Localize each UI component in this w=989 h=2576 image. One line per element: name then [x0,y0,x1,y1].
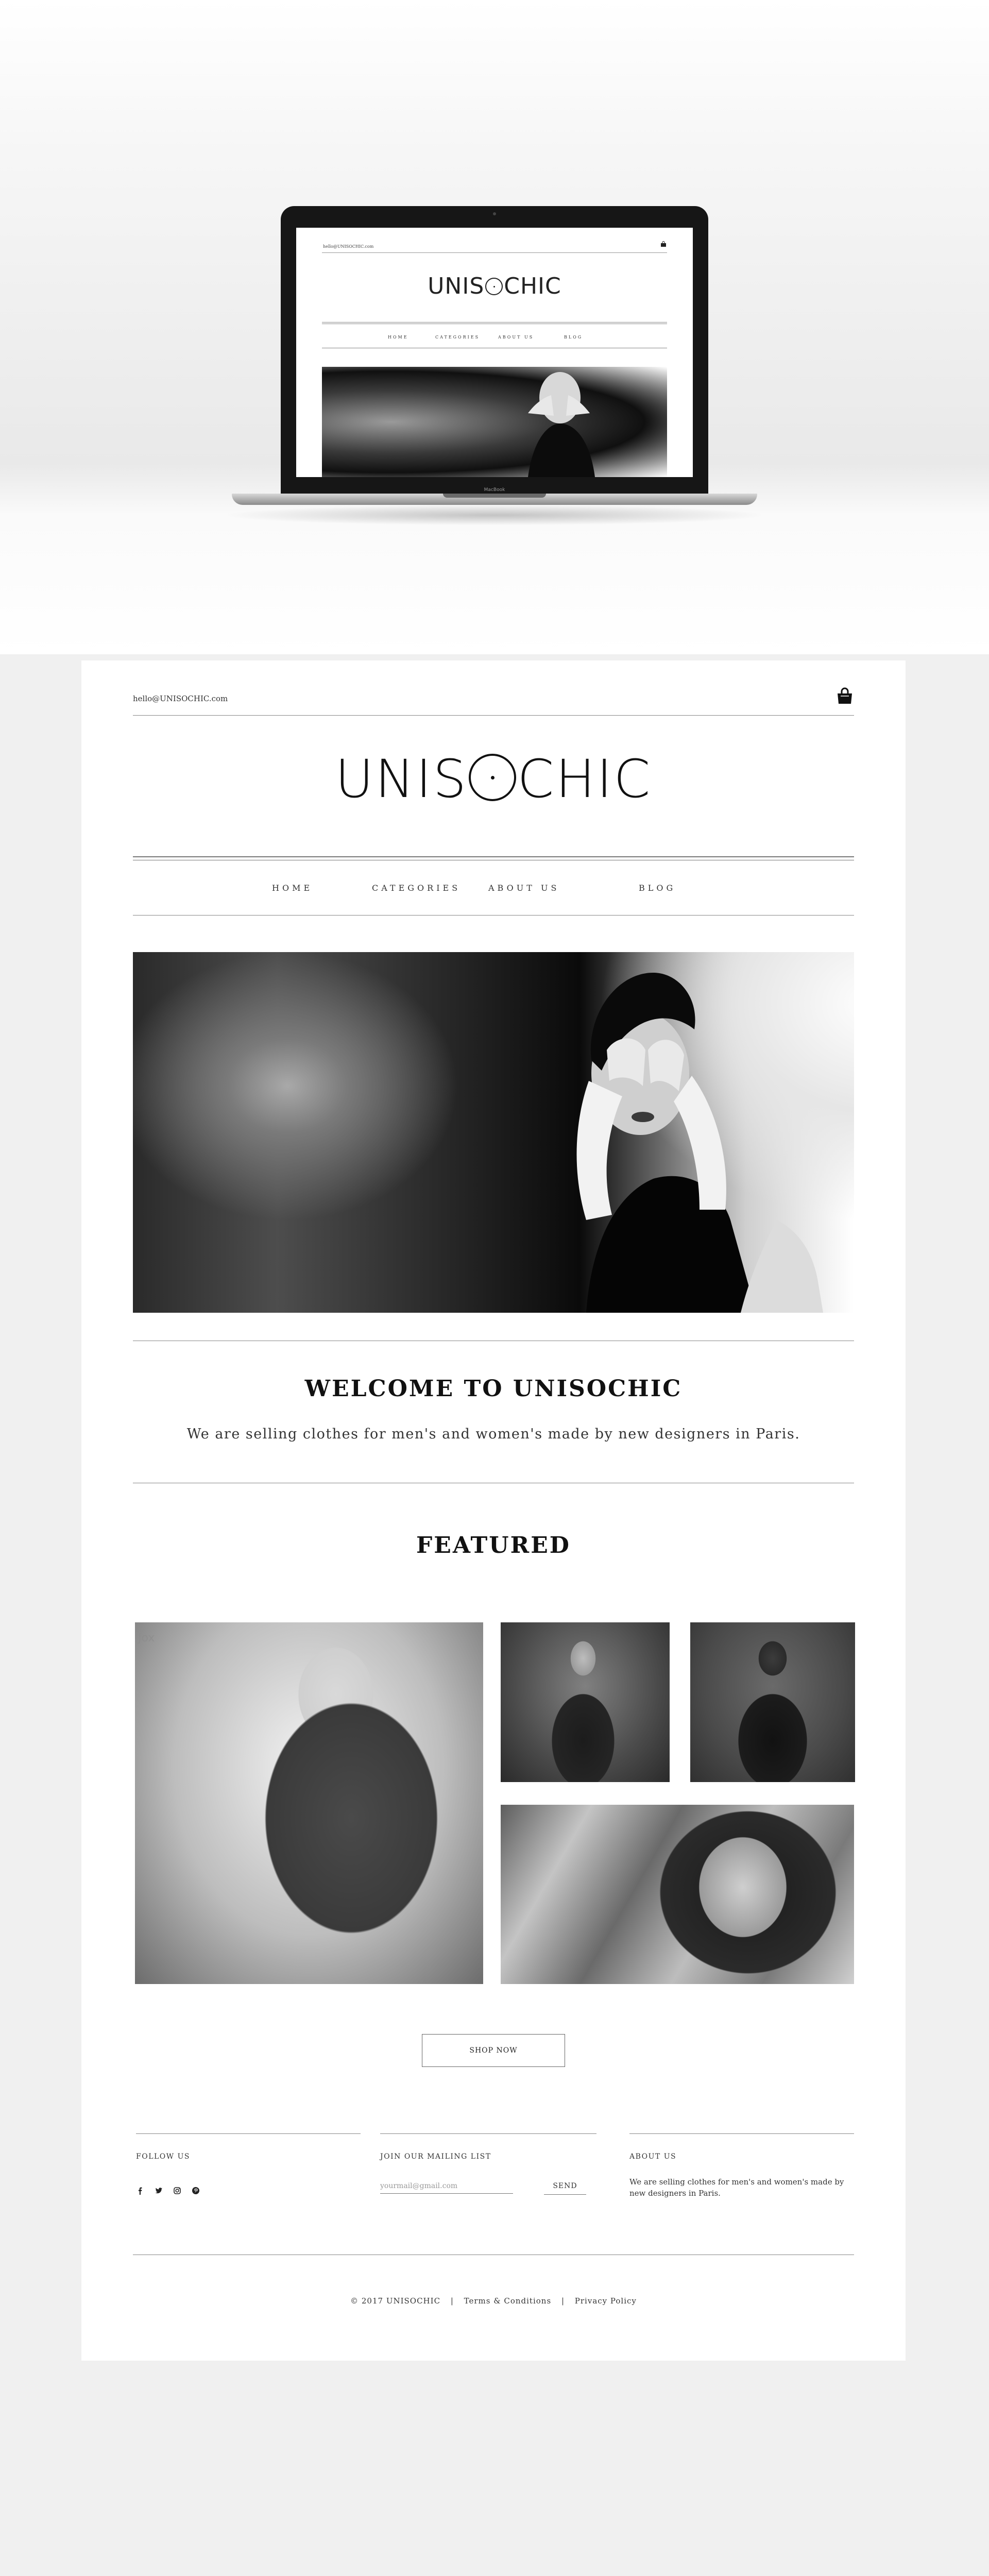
mockup-divider [322,252,667,253]
shopping-bag-icon[interactable] [836,687,854,705]
hero-figure [576,973,823,1313]
mockup-email: hello@UNISOCHIC.com [323,244,374,249]
pinterest-icon[interactable] [192,2187,200,2195]
main-nav: HOME CATEGORIES ABOUT US BLOG [81,883,906,895]
mockup-divider [322,322,667,324]
follow-us-heading: FOLLOW US [136,2153,190,2161]
nav-divider-top [133,856,854,860]
laptop-mockup: hello@UNISOCHIC.com UNIS CHIC HOME CATEGO… [0,0,989,567]
hero-image [133,952,854,1313]
header-email[interactable]: hello@UNISOCHIC.com [133,694,228,703]
about-us-text: We are selling clothes for men's and wom… [629,2177,844,2198]
send-button[interactable]: SEND [544,2177,586,2195]
header-divider [133,715,854,716]
featured-image-man-jacket[interactable] [501,1622,670,1782]
welcome-subtitle: We are selling clothes for men's and wom… [186,1426,800,1442]
featured-image-man-beanie[interactable] [690,1622,855,1782]
copyright-bar: © 2017 UNISOCHIC | Terms & Conditions | … [81,2296,906,2306]
mockup-nav-item: ABOUT US [498,335,534,340]
laptop-notch [443,494,546,498]
mockup-logo: UNIS CHIC [428,273,561,299]
mockup-hero-figure [528,372,595,477]
privacy-link[interactable]: Privacy Policy [575,2296,637,2306]
copyright-text: © 2017 UNISOCHIC [350,2296,441,2306]
site-logo[interactable]: UNIS CHIC [81,753,906,806]
facebook-icon[interactable] [136,2187,144,2195]
website-page: hello@UNISOCHIC.com UNIS CHIC HOME CATEGO… [81,660,906,2361]
separator: | [450,2296,454,2306]
laptop-shadow [221,505,768,526]
nav-divider-bottom [133,915,854,916]
shopping-bag-icon [661,241,666,247]
twitter-icon[interactable] [155,2187,163,2195]
footer-divider [380,2133,596,2134]
nav-item-blog[interactable]: BLOG [639,883,676,893]
instagram-icon[interactable] [173,2187,181,2195]
featured-image-woman-dress[interactable]: Jox [135,1622,483,1984]
separator: | [561,2296,565,2306]
footer-divider [136,2133,361,2134]
about-us-heading: ABOUT US [629,2153,677,2161]
mockup-nav-item: BLOG [564,335,583,340]
logo-circle [469,754,517,801]
laptop-label: MacBook [484,487,505,493]
featured-title: FEATURED [416,1532,571,1558]
mockup-nav-item: CATEGORIES [435,335,480,340]
image-watermark: Jox [138,1632,155,1645]
laptop-lid: hello@UNISOCHIC.com UNIS CHIC HOME CATEGO… [281,206,708,500]
footer-divider [629,2133,854,2134]
laptop-screen: hello@UNISOCHIC.com UNIS CHIC HOME CATEGO… [296,228,693,477]
welcome-title: WELCOME TO UNISOCHIC [304,1376,683,1402]
nav-item-home[interactable]: HOME [272,883,313,893]
terms-link[interactable]: Terms & Conditions [464,2296,551,2306]
camera-dot [493,212,496,215]
featured-image-woman-veil[interactable] [501,1805,854,1984]
nav-item-categories[interactable]: CATEGORIES [372,883,461,893]
laptop-base [232,494,757,505]
mockup-hero-image [322,367,667,477]
nav-item-about-us[interactable]: ABOUT US [488,883,559,893]
email-field[interactable] [380,2178,513,2194]
mockup-nav-item: HOME [388,335,408,340]
shop-now-button[interactable]: SHOP NOW [422,2034,565,2067]
mailing-list-heading: JOIN OUR MAILING LIST [380,2153,491,2161]
